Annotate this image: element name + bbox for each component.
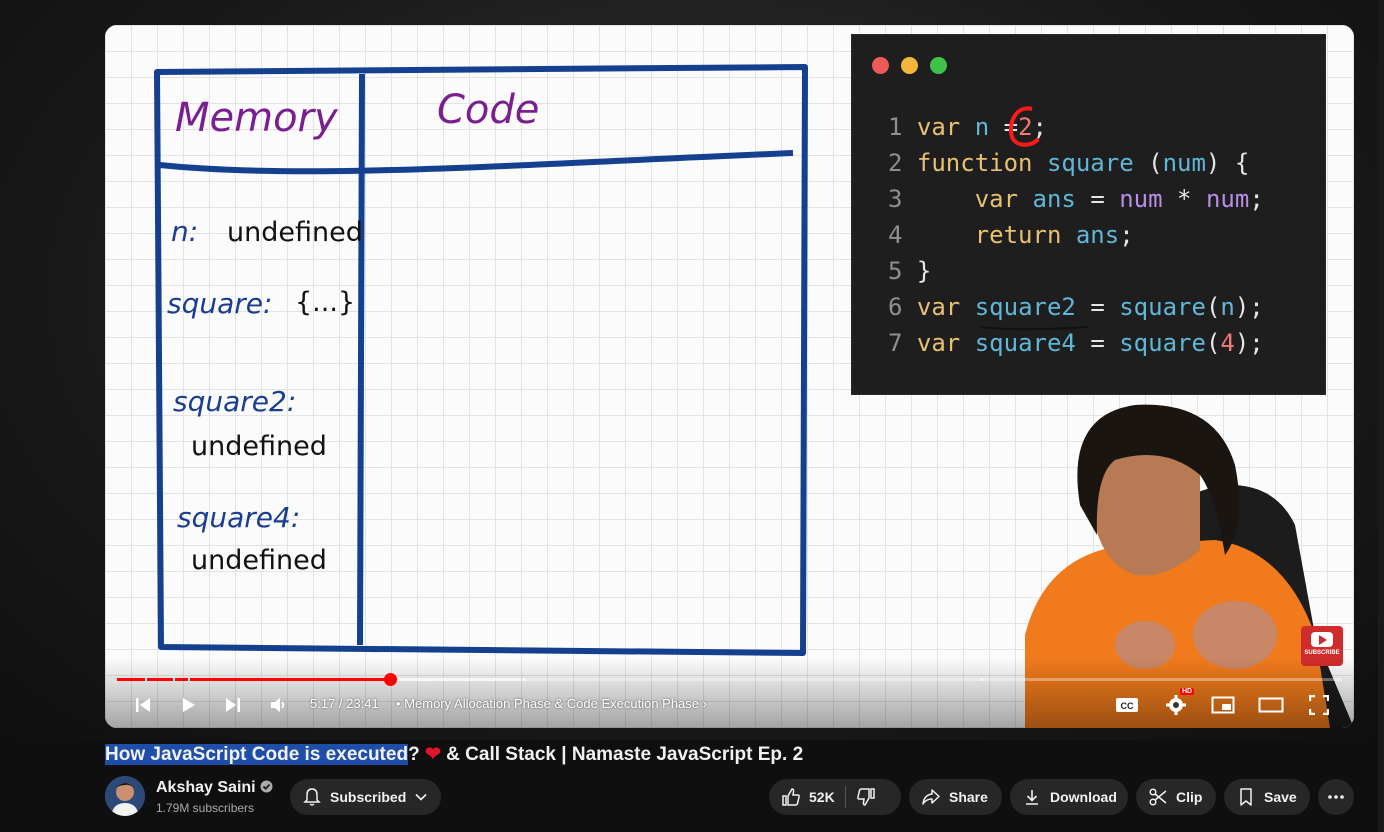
previous-icon xyxy=(136,698,150,712)
memory-heading: Memory xyxy=(175,95,338,141)
volume-icon xyxy=(271,698,285,712)
chapter-marker xyxy=(173,678,175,681)
chapter-title[interactable]: • Memory Allocation Phase & Code Executi… xyxy=(396,696,707,711)
subscribed-button[interactable]: Subscribed xyxy=(290,779,441,815)
play-button[interactable] xyxy=(176,690,200,720)
like-dislike-group: 52K xyxy=(769,779,901,815)
page-scroll-edge xyxy=(1378,0,1384,832)
code-line: 2 function square (num) { xyxy=(888,149,1250,177)
download-button[interactable]: Download xyxy=(1010,779,1128,815)
more-horizontal-icon xyxy=(1328,795,1344,799)
theater-mode-button[interactable] xyxy=(1257,690,1285,720)
memory-entry-value: undefined xyxy=(191,545,327,576)
miniplayer-button[interactable] xyxy=(1209,690,1237,720)
play-icon xyxy=(183,698,195,712)
underline-annotation xyxy=(980,326,1088,331)
share-button[interactable]: Share xyxy=(909,779,1002,815)
code-line: 5 } xyxy=(888,257,932,285)
like-button[interactable]: 52K xyxy=(781,787,835,807)
maximize-dot-icon xyxy=(930,57,947,74)
hd-badge: HD xyxy=(1180,688,1195,695)
next-icon xyxy=(226,698,240,712)
share-icon xyxy=(922,789,940,805)
download-icon xyxy=(1026,790,1038,805)
video-player[interactable]: Memory Code n: undefined square: {...} s… xyxy=(105,25,1354,728)
captions-button[interactable]: CC xyxy=(1113,690,1141,720)
close-dot-icon xyxy=(872,57,889,74)
bookmark-icon xyxy=(1240,788,1252,806)
chapter-marker xyxy=(426,678,428,681)
dislike-button[interactable] xyxy=(856,787,876,807)
chapter-marker xyxy=(523,678,525,681)
minimize-dot-icon xyxy=(901,57,918,74)
subscriber-count: 1.79M subscribers xyxy=(156,801,255,815)
save-button[interactable]: Save xyxy=(1224,779,1310,815)
scissors-icon xyxy=(1149,788,1167,806)
memory-entry-value: {...} xyxy=(295,287,356,318)
progress-bar[interactable] xyxy=(117,673,1342,686)
more-actions-button[interactable] xyxy=(1318,779,1354,815)
miniplayer-icon xyxy=(1211,696,1235,714)
theater-icon xyxy=(1258,697,1284,713)
next-button[interactable] xyxy=(221,690,245,720)
chevron-right-icon: › xyxy=(702,696,707,711)
memory-entry-value: undefined xyxy=(227,217,363,248)
mute-button[interactable] xyxy=(266,690,290,720)
clip-button[interactable]: Clip xyxy=(1136,779,1216,815)
memory-entry-label: n: xyxy=(171,215,199,248)
code-line: 4 return ans; xyxy=(888,221,1134,249)
memory-entry-label: square4: xyxy=(177,501,301,534)
progress-played xyxy=(117,678,391,681)
fullscreen-button[interactable] xyxy=(1305,690,1333,720)
time-display: 5:17 / 23:41 xyxy=(310,696,379,711)
chapter-marker xyxy=(188,678,190,681)
divider xyxy=(844,786,846,808)
chevron-down-icon xyxy=(415,793,427,801)
thumbs-down-icon xyxy=(856,788,875,806)
chapter-marker xyxy=(981,678,983,681)
memory-entry-label: square: xyxy=(167,287,273,320)
channel-avatar[interactable] xyxy=(105,776,145,816)
heart-emoji-icon: ❤ xyxy=(424,744,441,765)
channel-name[interactable]: Akshay Saini xyxy=(156,779,273,797)
code-panel: 1 var n =2; 2 function square (num) { 3 … xyxy=(851,34,1326,395)
memory-entry-label: square2: xyxy=(173,385,297,418)
previous-button[interactable] xyxy=(131,690,155,720)
youtube-logo-icon xyxy=(1311,632,1333,647)
thumbs-up-icon xyxy=(782,788,800,806)
settings-icon xyxy=(1166,695,1186,715)
svg-text:CC: CC xyxy=(1121,701,1134,711)
fullscreen-icon xyxy=(1309,695,1329,715)
title-highlight: How JavaScript Code is executed xyxy=(105,744,409,765)
settings-button[interactable]: HD xyxy=(1162,688,1195,720)
code-line: 3 var ans = num * num; xyxy=(888,185,1264,213)
memory-entry-value: undefined xyxy=(191,431,327,462)
bell-icon xyxy=(303,788,321,806)
chapter-marker xyxy=(145,678,147,681)
code-heading: Code xyxy=(437,87,540,133)
code-line: 1 var n =2; xyxy=(888,113,1047,141)
code-line: 6 var square2 = square(n); xyxy=(888,293,1264,321)
verified-icon xyxy=(260,780,273,793)
captions-icon: CC xyxy=(1116,698,1138,712)
red-annotation-circle xyxy=(1009,106,1040,147)
video-title: How JavaScript Code is executed? ❤ & Cal… xyxy=(105,744,804,765)
